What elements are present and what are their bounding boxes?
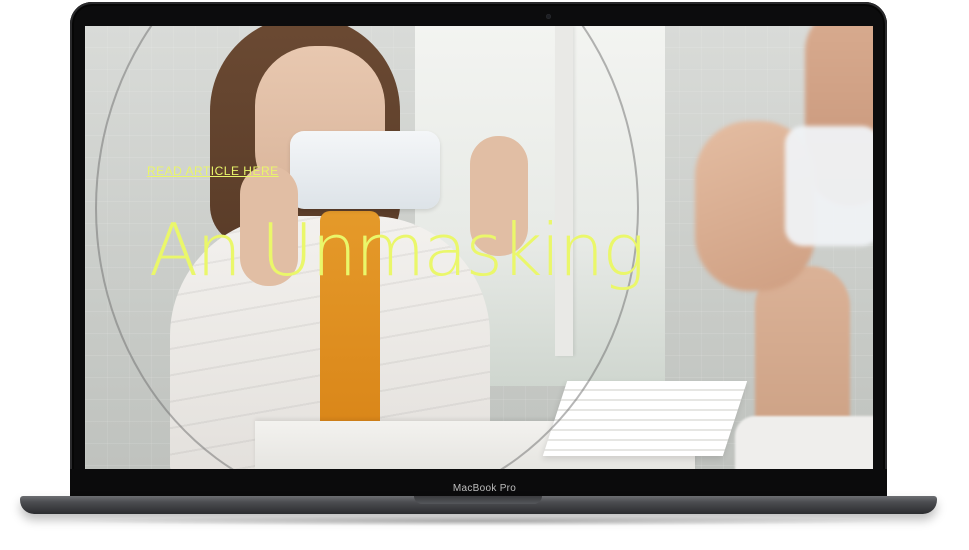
foreground-mask (785, 126, 873, 246)
lid-opening-notch (414, 496, 542, 504)
camera-icon (546, 14, 551, 19)
base-shadow (60, 516, 900, 526)
laptop-screen: READ ARTICLE HERE An Unmasking (85, 26, 873, 469)
foreground-person (685, 26, 873, 469)
read-article-link[interactable]: READ ARTICLE HERE (147, 164, 279, 178)
mockup-stage: READ ARTICLE HERE An Unmasking MacBook P… (0, 0, 969, 550)
page-headline: An Unmasking (149, 208, 645, 292)
foreground-sleeve (735, 416, 873, 469)
device-model-label: MacBook Pro (452, 483, 517, 494)
